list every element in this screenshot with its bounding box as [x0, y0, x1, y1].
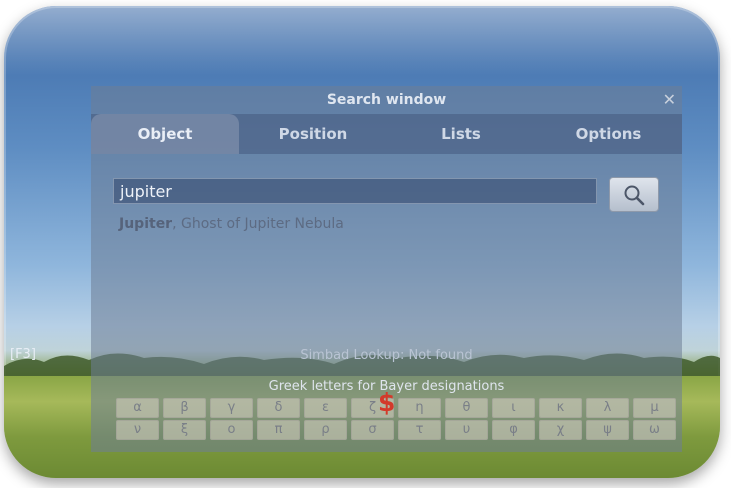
tab-lists[interactable]: Lists — [387, 114, 535, 154]
greek-row-1: α β γ δ ε ζ η θ ι κ λ μ — [116, 398, 676, 418]
window-header: Search window ✕ — [91, 86, 682, 114]
search-button[interactable] — [609, 177, 659, 212]
dollar-cursor-mark: $ — [378, 388, 396, 417]
search-result[interactable]: Jupiter, Ghost of Jupiter Nebula — [119, 216, 344, 232]
side-shortcut-label: [F3] — [10, 347, 36, 362]
greek-key-nu[interactable]: ν — [116, 420, 159, 440]
tab-options[interactable]: Options — [535, 114, 682, 154]
greek-key-omicron[interactable]: ο — [210, 420, 253, 440]
glass-glare — [4, 6, 720, 76]
greek-key-epsilon[interactable]: ε — [304, 398, 347, 418]
close-button[interactable]: ✕ — [663, 90, 676, 109]
greek-key-theta[interactable]: θ — [445, 398, 488, 418]
greek-key-xi[interactable]: ξ — [163, 420, 206, 440]
greek-key-delta[interactable]: δ — [257, 398, 300, 418]
result-primary: Jupiter — [119, 216, 173, 232]
greek-key-tau[interactable]: τ — [398, 420, 441, 440]
greek-key-iota[interactable]: ι — [492, 398, 535, 418]
greek-key-sigma[interactable]: σ — [351, 420, 394, 440]
greek-key-lambda[interactable]: λ — [586, 398, 629, 418]
greek-row-2: ν ξ ο π ρ σ τ υ φ χ ψ ω — [116, 420, 676, 440]
search-input[interactable]: jupiter — [113, 178, 597, 204]
greek-key-pi[interactable]: π — [257, 420, 300, 440]
greek-key-rho[interactable]: ρ — [304, 420, 347, 440]
tab-bar: Object Position Lists Options — [91, 114, 682, 154]
greek-key-phi[interactable]: φ — [492, 420, 535, 440]
greek-key-eta[interactable]: η — [398, 398, 441, 418]
greek-key-psi[interactable]: ψ — [586, 420, 629, 440]
simbad-status: Simbad Lookup: Not found — [300, 348, 473, 363]
greek-key-mu[interactable]: μ — [633, 398, 676, 418]
greek-key-upsilon[interactable]: υ — [445, 420, 488, 440]
result-rest: , Ghost of Jupiter Nebula — [172, 216, 344, 232]
search-window: Search window ✕ Object Position Lists Op… — [91, 86, 682, 452]
greek-key-beta[interactable]: β — [163, 398, 206, 418]
magnifier-icon — [624, 185, 645, 205]
greek-key-omega[interactable]: ω — [633, 420, 676, 440]
tab-position[interactable]: Position — [239, 114, 387, 154]
window-title: Search window — [326, 92, 447, 108]
greek-key-chi[interactable]: χ — [539, 420, 582, 440]
greek-key-gamma[interactable]: γ — [210, 398, 253, 418]
greek-key-kappa[interactable]: κ — [539, 398, 582, 418]
tab-object[interactable]: Object — [91, 114, 239, 154]
greek-key-alpha[interactable]: α — [116, 398, 159, 418]
desktop-frame: [F3] Search window ✕ Object Position Lis… — [4, 6, 720, 478]
